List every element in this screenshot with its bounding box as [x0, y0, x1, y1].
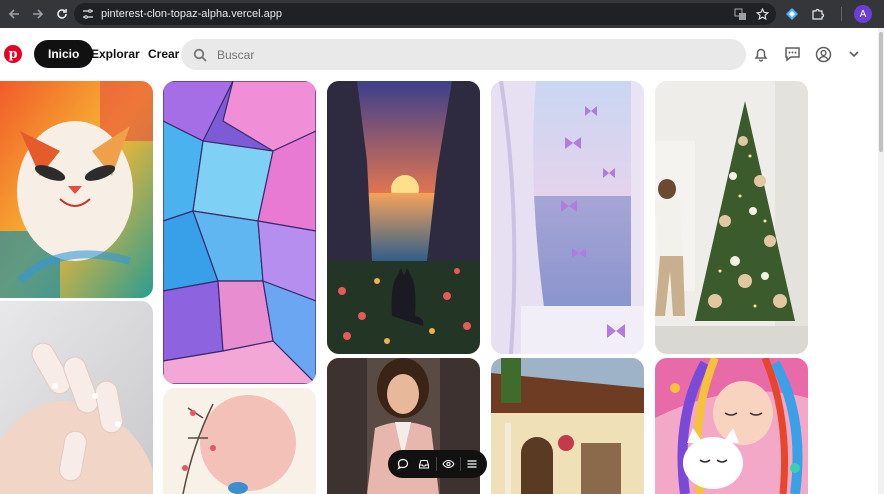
browser-toolbar: pinterest-clon-topaz-alpha.vercel.app A — [0, 0, 884, 28]
pin-window-butterflies[interactable] — [491, 81, 644, 354]
toolbar-separator — [435, 457, 437, 471]
eye-icon[interactable] — [438, 454, 458, 474]
pin-pink-watercolor[interactable] — [163, 388, 316, 494]
extension-icon[interactable] — [782, 4, 802, 24]
bookmark-star-icon[interactable] — [754, 6, 770, 22]
translate-icon[interactable] — [732, 6, 748, 22]
reload-icon[interactable] — [50, 2, 74, 26]
home-button[interactable]: Inicio — [34, 40, 94, 68]
bell-icon[interactable] — [751, 44, 771, 64]
toolbar-divider — [834, 4, 848, 24]
toolbar-separator — [459, 457, 461, 471]
inbox-icon[interactable] — [414, 454, 434, 474]
url-text[interactable]: pinterest-clon-topaz-alpha.vercel.app — [101, 8, 282, 20]
profile-avatar[interactable]: A — [854, 5, 872, 23]
account-icon[interactable] — [813, 44, 833, 64]
pin-stained-glass-flowers[interactable] — [163, 81, 316, 384]
site-settings-icon[interactable] — [77, 3, 99, 25]
pin-house-porch[interactable] — [491, 358, 644, 494]
search-icon — [193, 48, 207, 62]
address-bar[interactable]: pinterest-clon-topaz-alpha.vercel.app — [74, 3, 776, 25]
pin-girl-with-cat[interactable] — [655, 358, 808, 494]
scrollbar-thumb[interactable] — [879, 32, 883, 152]
app-header: p Inicio Explorar Crear — [0, 28, 878, 80]
search-input[interactable] — [217, 47, 717, 62]
page-scrollbar[interactable] — [878, 28, 884, 494]
chevron-down-icon[interactable] — [844, 44, 864, 64]
explore-link[interactable]: Explorar — [91, 40, 140, 68]
forward-icon[interactable] — [26, 2, 50, 26]
search-bar[interactable] — [181, 39, 746, 70]
back-icon[interactable] — [2, 2, 26, 26]
messages-icon[interactable] — [782, 44, 802, 64]
comment-icon[interactable] — [393, 454, 413, 474]
pin-sunset-cat[interactable] — [327, 81, 480, 354]
pin-colorful-cat[interactable] — [0, 81, 153, 298]
menu-icon[interactable] — [462, 454, 482, 474]
pin-christmas-tree[interactable] — [655, 81, 808, 354]
pinterest-logo[interactable]: p — [4, 45, 22, 63]
more-icon[interactable] — [878, 4, 884, 24]
puzzle-icon[interactable] — [808, 4, 828, 24]
create-link[interactable]: Crear — [148, 40, 179, 68]
pin-manicure-nails[interactable] — [0, 301, 153, 494]
floating-toolbar — [388, 450, 487, 478]
